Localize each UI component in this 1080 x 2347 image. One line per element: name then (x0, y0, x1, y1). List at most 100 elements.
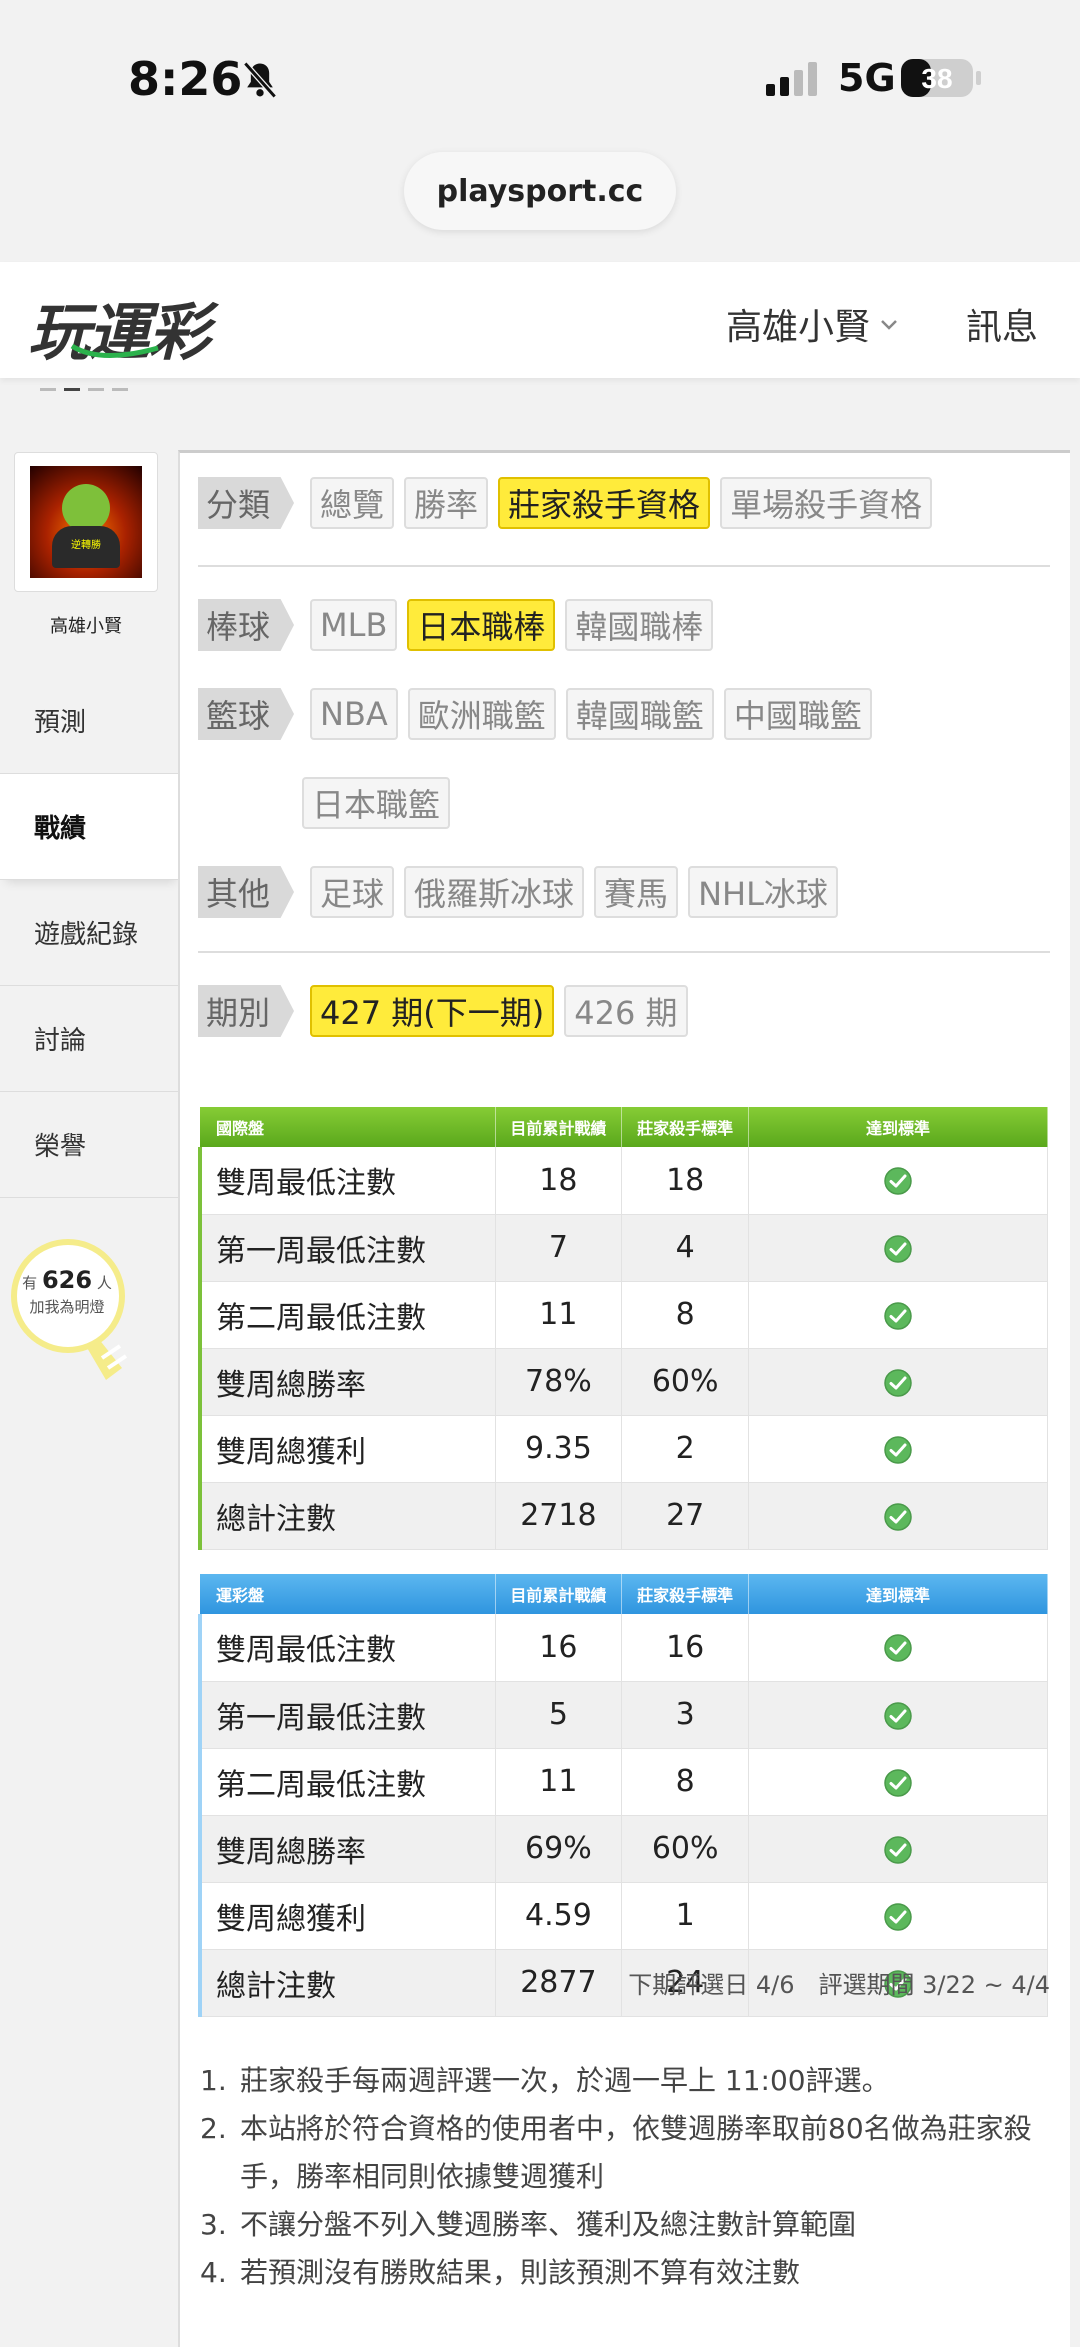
rule-item: 1. 莊家殺手每兩週評選一次，於週一早上 11:00評選。 (200, 2064, 890, 2097)
chip-kbl[interactable]: 韓國職籃 (565, 688, 714, 740)
table-row: 第一周最低注數 7 4 (198, 1214, 1048, 1282)
check-circle-icon (884, 1502, 912, 1531)
cell-label: 第二周最低注數 (198, 1281, 496, 1349)
rule-item: 3. 不讓分盤不列入雙週勝率、獲利及總注數計算範圍 (200, 2208, 857, 2241)
rule-item: 2. 本站將於符合資格的使用者中，依雙週勝率取前80名做為莊家殺手，勝率相同則依據… (200, 2112, 1032, 2193)
chip-soccer[interactable]: 足球 (310, 866, 395, 918)
chip-overview[interactable]: 總覽 (310, 477, 395, 529)
cell-met (748, 1748, 1048, 1816)
international-table: 國際盤 目前累計戰績 莊家殺手標準 達到標準 雙周最低注數 18 18 第一周最低注數… (198, 1107, 1048, 1550)
chip-npb[interactable]: 日本職棒 (407, 599, 556, 651)
table-row: 第二周最低注數 11 8 (198, 1281, 1048, 1349)
table-title: 國際盤 (200, 1107, 496, 1147)
cell-standard: 18 (621, 1147, 750, 1215)
url-bar[interactable]: playsport.cc (404, 152, 676, 230)
cell-label: 總計注數 (198, 1482, 496, 1550)
chip-nba[interactable]: NBA (310, 688, 398, 740)
cell-met (748, 1281, 1048, 1349)
cell-met (748, 1147, 1048, 1215)
divider (198, 565, 1050, 567)
chip-single-killer[interactable]: 單場殺手資格 (720, 477, 933, 529)
cell-current: 69% (495, 1815, 623, 1883)
messages-link[interactable]: 訊息 (966, 298, 1038, 350)
sidebar-item-game-log[interactable]: 遊戲紀錄 (0, 880, 178, 986)
battery-icon: 38 (901, 59, 981, 97)
filter-baseball: 棒球 MLB 日本職棒 韓國職棒 (198, 599, 723, 651)
sidebar-item-record[interactable]: 戰績 (0, 774, 182, 880)
chip-kbo[interactable]: 韓國職棒 (565, 599, 714, 651)
check-circle-icon (884, 1634, 912, 1662)
cell-standard: 27 (621, 1482, 750, 1550)
site-header: 玩運彩 高雄小賢 訊息 (0, 262, 1080, 378)
cell-label: 第一周最低注數 (198, 1681, 496, 1749)
cell-standard: 60% (621, 1348, 750, 1416)
table-row: 總計注數 2718 27 (198, 1482, 1048, 1550)
col-current: 目前累計戰績 (495, 1574, 623, 1614)
chip-period-current[interactable]: 426 期 (564, 985, 688, 1037)
filter-basketball: 籃球 NBA 歐洲職籃 韓國職籃 中國職籃 (198, 688, 882, 740)
avatar-frame[interactable]: 逆轉勝 (14, 452, 158, 592)
chip-horse-racing[interactable]: 賽馬 (594, 866, 679, 918)
table-row: 雙周最低注數 16 16 (198, 1614, 1048, 1682)
filter-label: 棒球 (198, 599, 295, 651)
chip-nhl[interactable]: NHL冰球 (688, 866, 838, 918)
filter-category: 分類 總覽 勝率 莊家殺手資格 單場殺手資格 (198, 477, 942, 529)
table-row: 雙周最低注數 18 18 (198, 1147, 1048, 1215)
network-type: 5G (838, 56, 896, 100)
chip-b-league[interactable]: 日本職籃 (302, 777, 451, 829)
chip-khl[interactable]: 俄羅斯冰球 (404, 866, 585, 918)
check-circle-icon (884, 1368, 912, 1397)
sidebar-item-discussion[interactable]: 討論 (0, 986, 178, 1092)
cell-standard: 8 (621, 1281, 750, 1349)
col-met: 達到標準 (748, 1107, 1048, 1147)
rules-list: 1. 莊家殺手每兩週評選一次，於週一早上 11:00評選。 2. 本站將於符合資格的… (200, 2057, 1050, 2297)
check-circle-icon (884, 1435, 912, 1464)
cell-current: 2718 (495, 1482, 623, 1550)
chip-banker-killer[interactable]: 莊家殺手資格 (498, 477, 711, 529)
sidebar-item-predictions[interactable]: 預測 (0, 668, 178, 774)
logo-swoosh-icon (70, 343, 159, 358)
divider (198, 951, 1050, 953)
avatar-name: 高雄小賢 (50, 616, 122, 637)
table-row: 雙周總勝率 69% 60% (198, 1815, 1048, 1883)
table-row: 雙周總獲利 9.35 2 (198, 1415, 1048, 1483)
cell-current: 11 (495, 1281, 623, 1349)
check-circle-icon (884, 1234, 912, 1263)
table-title: 運彩盤 (200, 1574, 496, 1614)
filter-label: 分類 (198, 477, 295, 529)
user-menu[interactable]: 高雄小賢 (726, 298, 900, 350)
cell-met (748, 1348, 1048, 1416)
main-content: 分類 總覽 勝率 莊家殺手資格 單場殺手資格 棒球 MLB 日本職棒 韓國職棒 … (178, 450, 1070, 2347)
filter-label: 籃球 (198, 688, 295, 740)
cell-standard: 60% (621, 1815, 750, 1883)
cell-standard: 1 (621, 1882, 750, 1950)
chip-cba[interactable]: 中國職籃 (723, 688, 872, 740)
filter-other: 其他 足球 俄羅斯冰球 賽馬 NHL冰球 (198, 866, 848, 918)
cell-current: 9.35 (495, 1415, 623, 1483)
chevron-down-icon (881, 320, 897, 330)
cell-standard: 8 (621, 1748, 750, 1816)
table-row: 第一周最低注數 5 3 (198, 1681, 1048, 1749)
col-met: 達到標準 (748, 1574, 1048, 1614)
check-circle-icon (884, 1167, 912, 1195)
chip-euro-basketball[interactable]: 歐洲職籃 (407, 688, 556, 740)
chip-mlb[interactable]: MLB (310, 599, 398, 651)
follow-count[interactable]: 有 626 人 加我為明燈 (22, 1268, 112, 1319)
sidebar-item-honors[interactable]: 榮譽 (0, 1092, 178, 1198)
cell-label: 雙周總獲利 (198, 1415, 496, 1483)
chip-win-rate[interactable]: 勝率 (404, 477, 489, 529)
cell-label: 雙周總獲利 (198, 1882, 496, 1950)
cell-met (748, 1614, 1048, 1682)
cell-current: 11 (495, 1748, 623, 1816)
table-row: 第二周最低注數 11 8 (198, 1748, 1048, 1816)
cell-label: 雙周總勝率 (198, 1348, 496, 1416)
cell-met (748, 1681, 1048, 1749)
cell-met (748, 1882, 1048, 1950)
chip-period-next[interactable]: 427 期(下一期) (310, 985, 555, 1037)
cell-met (748, 1815, 1048, 1883)
evaluation-period-note: 下期評選日 4/6 評選期間 3/22 ~ 4/4 (628, 1971, 1050, 1999)
check-circle-icon (884, 1835, 912, 1864)
cell-current: 4.59 (495, 1882, 623, 1950)
cell-met (748, 1415, 1048, 1483)
check-circle-icon (884, 1768, 912, 1797)
